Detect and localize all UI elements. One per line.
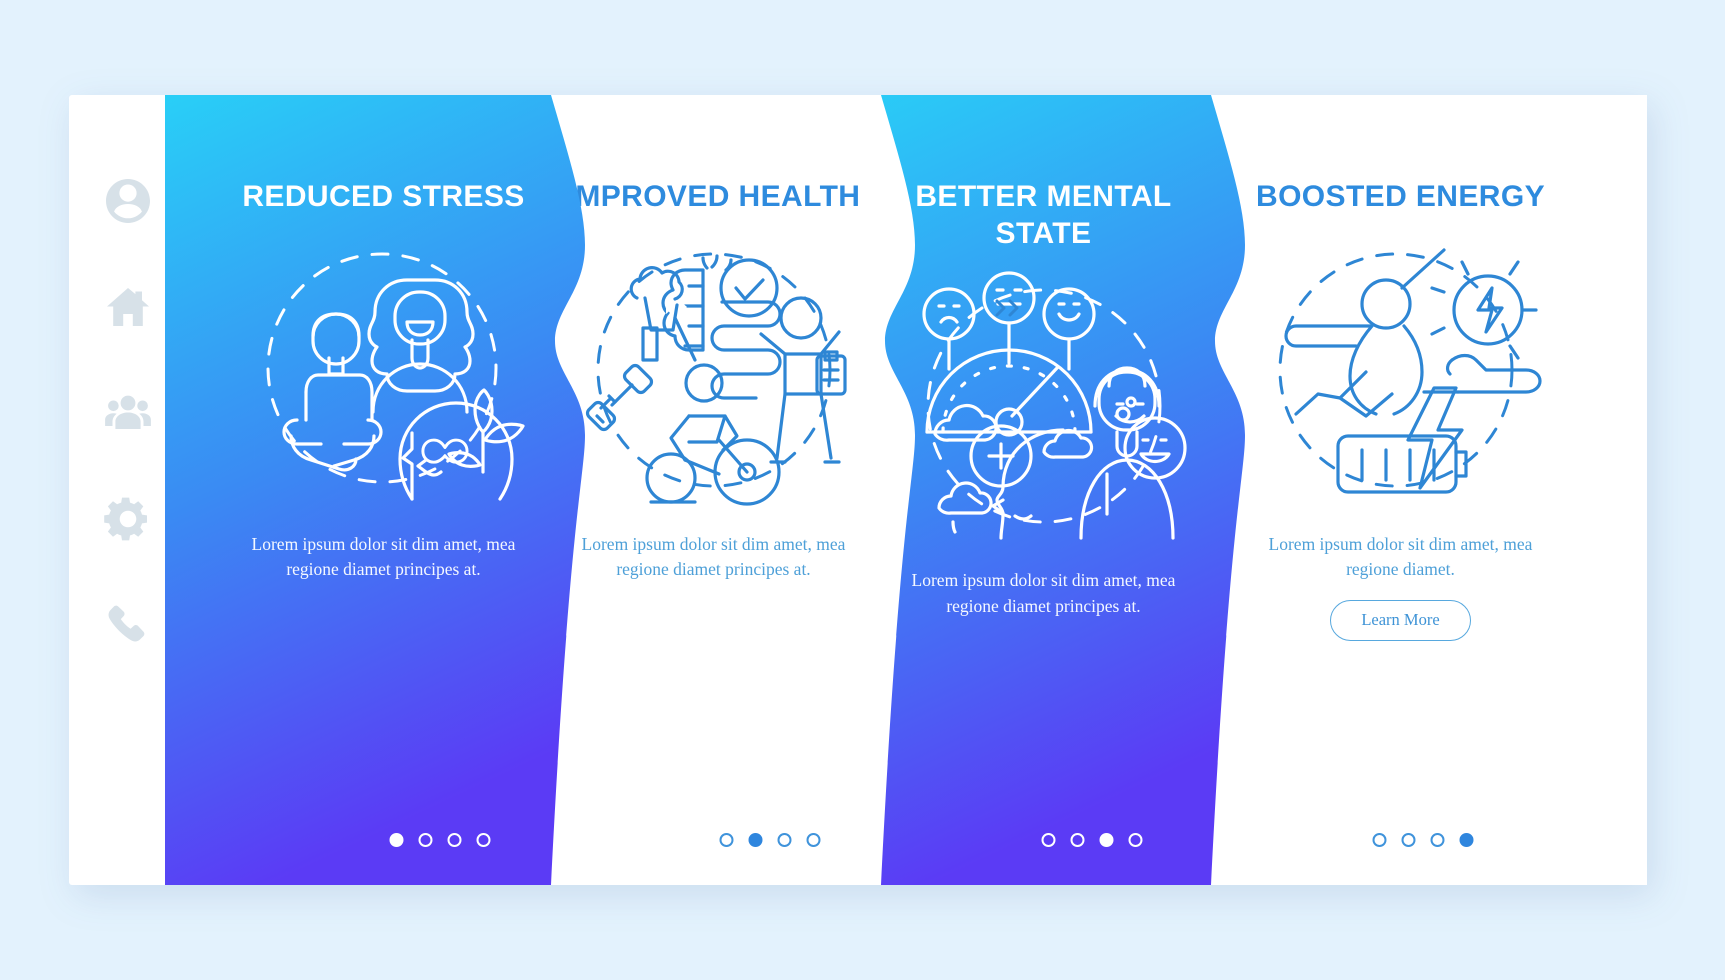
people-group-icon (104, 389, 152, 437)
pagination-dots (719, 833, 820, 847)
panels-strip: REDUCED STRESS Lorem ipsum dolor sit dim… (164, 95, 1647, 885)
panel-title: IMPROVED HEALTH (566, 180, 861, 213)
pagination-dot-2[interactable] (1070, 833, 1084, 847)
pagination-dot-1[interactable] (389, 833, 403, 847)
pagination-dot-4[interactable] (1459, 833, 1473, 847)
pagination-dot-3[interactable] (777, 833, 791, 847)
sidebar-item-profile[interactable] (104, 177, 152, 225)
pagination-dot-1[interactable] (1041, 833, 1055, 847)
sidebar-item-community[interactable] (104, 389, 152, 437)
pagination-dot-4[interactable] (806, 833, 820, 847)
home-icon (104, 283, 152, 331)
meditation-wellness-icon (249, 240, 525, 502)
gear-icon (103, 495, 152, 543)
pagination-dot-4[interactable] (1128, 833, 1142, 847)
phone-icon (104, 601, 152, 649)
panel-title: BOOSTED ENERGY (1256, 180, 1545, 213)
pagination-dot-2[interactable] (748, 833, 762, 847)
sidebar-item-home[interactable] (104, 283, 152, 331)
chevron-next-3[interactable] (1324, 298, 1352, 316)
panel-description: Lorem ipsum dolor sit dim amet, mea regi… (1268, 533, 1533, 579)
double-chevron-right-icon (1324, 298, 1352, 316)
chevron-next-2[interactable] (994, 298, 1024, 318)
pagination-dot-1[interactable] (719, 833, 733, 847)
panel-title: BETTER MENTAL STATE (915, 180, 1172, 250)
learn-more-button[interactable]: Learn More (1330, 600, 1471, 642)
pagination-dot-3[interactable] (1430, 833, 1444, 847)
sidebar-item-settings[interactable] (103, 495, 152, 543)
sidebar-item-contact[interactable] (104, 601, 152, 649)
fitness-nutrition-icon (579, 240, 849, 506)
panel-description: Lorem ipsum dolor sit dim amet, mea regi… (581, 533, 846, 579)
pagination-dots (1041, 833, 1142, 847)
pagination-dots (389, 833, 490, 847)
pagination-dot-2[interactable] (418, 833, 432, 847)
pagination-dot-1[interactable] (1372, 833, 1386, 847)
panel-description: Lorem ipsum dolor sit dim amet, mea regi… (911, 570, 1176, 616)
mood-meter-icon (909, 271, 1187, 540)
user-avatar-icon (104, 177, 152, 225)
pagination-dot-3[interactable] (1099, 833, 1113, 847)
pagination-dot-3[interactable] (447, 833, 461, 847)
panel-reduced-stress[interactable]: REDUCED STRESS Lorem ipsum dolor sit dim… (164, 95, 603, 885)
double-chevron-right-icon (664, 298, 692, 316)
chevron-next-1[interactable] (664, 298, 692, 316)
pagination-dots (1372, 833, 1473, 847)
onboarding-screen-container: REDUCED STRESS Lorem ipsum dolor sit dim… (68, 95, 1647, 885)
pagination-dot-2[interactable] (1401, 833, 1415, 847)
panel-title: REDUCED STRESS (242, 180, 525, 213)
pagination-dot-4[interactable] (476, 833, 490, 847)
panel-description: Lorem ipsum dolor sit dim amet, mea regi… (251, 533, 516, 579)
double-chevron-right-icon (994, 298, 1024, 318)
energy-battery-icon (1266, 240, 1542, 502)
